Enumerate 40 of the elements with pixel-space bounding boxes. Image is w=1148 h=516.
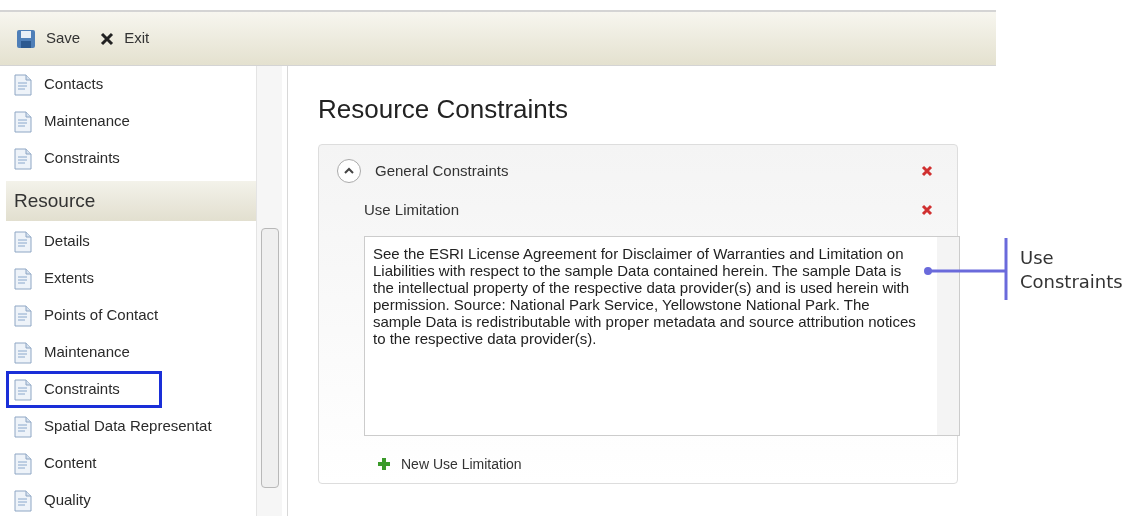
sidebar-item[interactable]: Quality [6, 482, 256, 516]
use-limitation-text: See the ESRI License Agreement for Disclaimer of Warranties and Limitation on Liabilities with respect to the sample Data contained herein. The sample Data is the intellectual property of the respective data provider(s) and is used herein with permission. Source: National Park Service, Yellowstone National Park. The sample Data is redistributable with proper metadata and source attribution notices to the respective data provider(s). [372, 243, 917, 349]
new-use-limitation-button[interactable]: New Use Limitation [377, 453, 522, 475]
sidebar-item[interactable]: Spatial Data Representat [6, 408, 256, 445]
sidebar-item[interactable]: Extents [6, 260, 256, 297]
document-icon [14, 452, 32, 475]
document-icon [14, 489, 32, 512]
sidebar-item[interactable]: Constraints [6, 371, 162, 408]
document-icon [14, 415, 32, 438]
close-icon [100, 31, 115, 46]
plus-icon [377, 457, 391, 471]
scrollbar[interactable] [256, 66, 282, 516]
document-icon [14, 110, 32, 133]
field-label: Use Limitation [364, 200, 460, 220]
chevron-up-icon [344, 167, 354, 175]
delete-icon[interactable] [921, 204, 933, 217]
sidebar-item[interactable]: Points of Contact [6, 297, 256, 334]
save-button[interactable]: Save [16, 27, 81, 50]
document-icon [14, 378, 32, 401]
exit-button[interactable]: Exit [100, 27, 150, 50]
document-icon [14, 267, 32, 290]
document-icon [14, 304, 32, 327]
document-icon [14, 230, 32, 253]
section-header: Resource [6, 181, 256, 221]
section-title: General Constraints [375, 160, 509, 181]
document-icon [14, 147, 32, 170]
document-icon [14, 73, 32, 96]
sidebar-item[interactable]: Details [6, 223, 256, 260]
sidebar-item[interactable]: Content [6, 445, 256, 482]
sidebar-item[interactable]: Constraints [6, 140, 256, 177]
collapse-button[interactable] [337, 159, 361, 183]
text-area[interactable] [364, 235, 960, 436]
annotation-label: Use Constraints [1020, 246, 1124, 294]
sidebar-item[interactable]: Contacts [6, 66, 256, 103]
document-icon [14, 341, 32, 364]
sidebar-item[interactable]: Maintenance [6, 334, 256, 371]
sidebar-item[interactable]: Maintenance [6, 103, 256, 140]
delete-icon[interactable] [921, 165, 933, 177]
page-title: Resource Constraints [318, 93, 569, 126]
scrollbar[interactable] [937, 236, 959, 435]
